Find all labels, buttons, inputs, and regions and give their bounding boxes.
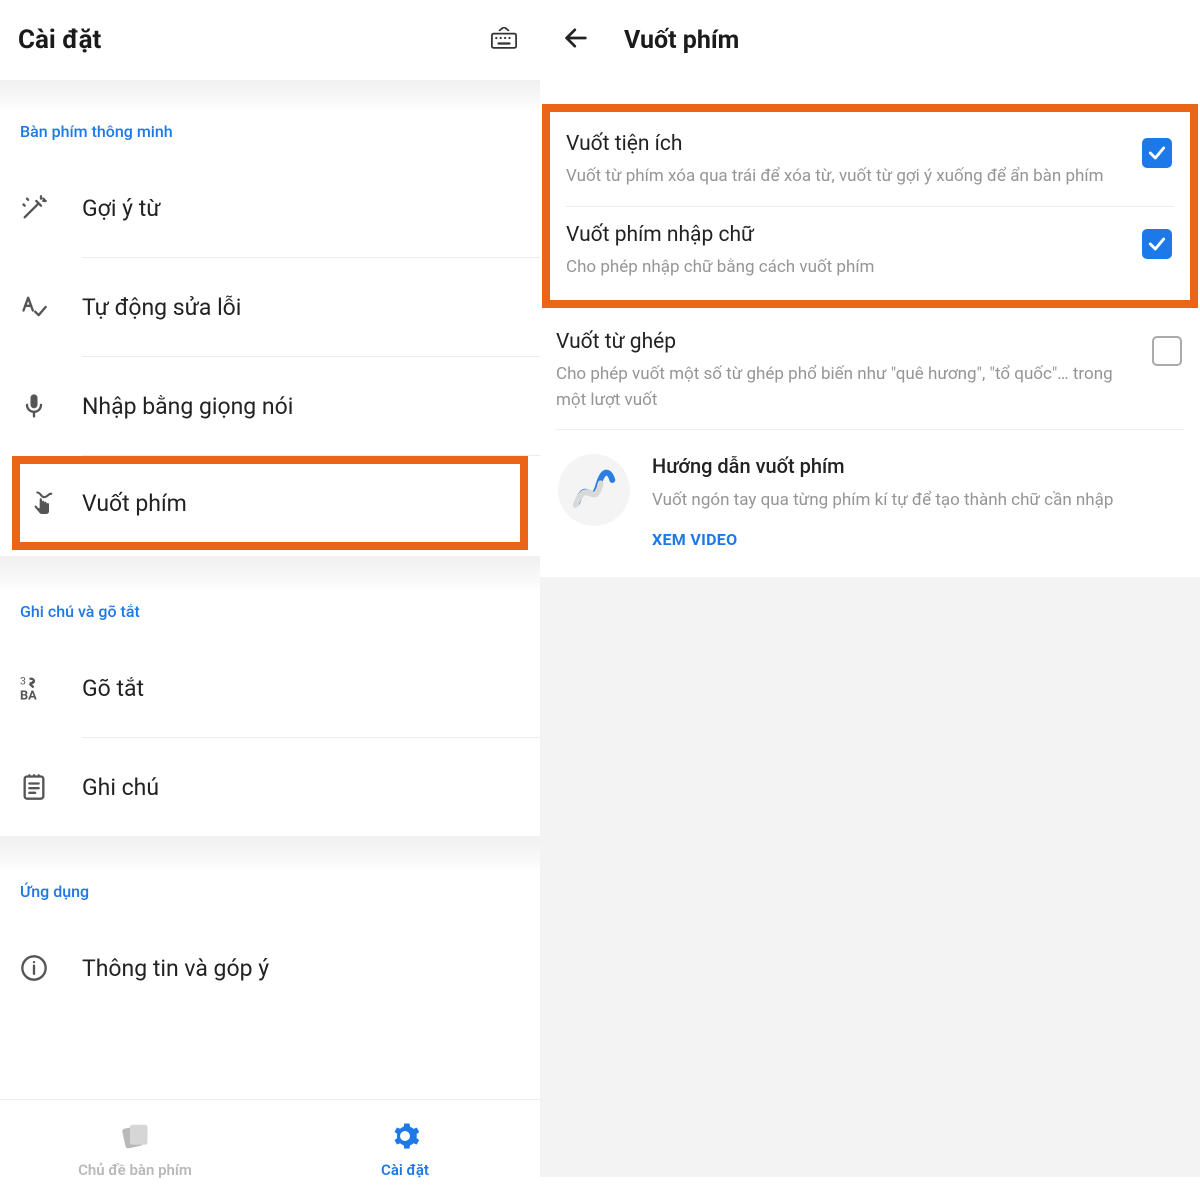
- option-desc: Vuốt từ phím xóa qua trái để xóa từ, vuố…: [566, 164, 1118, 190]
- divider-strip: [0, 836, 540, 870]
- item-word-suggestion[interactable]: Gợi ý từ: [0, 159, 540, 257]
- option-swipe-utilities[interactable]: Vuốt tiện ích Vuốt từ phím xóa qua trái …: [550, 116, 1190, 206]
- keyboard-icon[interactable]: [490, 27, 518, 53]
- section-app: Ứng dụng: [0, 870, 540, 919]
- swipe-guide-icon: [558, 454, 630, 526]
- info-icon: [20, 954, 82, 982]
- option-title: Vuốt phím nhập chữ: [566, 223, 1118, 247]
- swipe-header: Vuốt phím: [540, 0, 1200, 80]
- settings-pane: Cài đặt Bàn phím thông minh: [0, 0, 540, 1200]
- gear-icon: [390, 1121, 420, 1155]
- option-title: Vuốt tiện ích: [566, 132, 1118, 156]
- option-desc: Cho phép vuốt một số từ ghép phổ biến nh…: [556, 362, 1128, 413]
- option-title: Vuốt từ ghép: [556, 330, 1128, 354]
- tab-label: Chủ đề bàn phím: [78, 1161, 192, 1179]
- empty-area: [540, 577, 1200, 1177]
- divider-strip: [0, 80, 540, 110]
- item-notes[interactable]: Ghi chú: [0, 738, 540, 836]
- checkbox-checked[interactable]: [1142, 138, 1172, 168]
- svg-text:BA: BA: [20, 689, 37, 702]
- item-shortcuts[interactable]: 3 BA Gõ tắt: [0, 639, 540, 737]
- highlight-swipe-options: Vuốt tiện ích Vuốt từ phím xóa qua trái …: [542, 104, 1198, 308]
- item-label: Nhập bằng giọng nói: [82, 393, 293, 420]
- swipe-guide[interactable]: Hướng dẫn vuốt phím Vuốt ngón tay qua từ…: [540, 430, 1200, 577]
- tab-label: Cài đặt: [381, 1161, 429, 1179]
- back-icon[interactable]: [562, 24, 590, 56]
- svg-text:3: 3: [20, 675, 26, 688]
- swipe-title: Vuốt phím: [624, 26, 739, 55]
- option-swipe-typing[interactable]: Vuốt phím nhập chữ Cho phép nhập chữ bằn…: [550, 207, 1190, 297]
- item-label: Vuốt phím: [82, 490, 187, 517]
- item-info-feedback[interactable]: Thông tin và góp ý: [0, 919, 540, 1017]
- guide-link[interactable]: XEM VIDEO: [652, 530, 1113, 549]
- item-label: Gõ tắt: [82, 675, 144, 702]
- settings-title: Cài đặt: [18, 25, 101, 55]
- swipe-icon: [28, 489, 82, 517]
- tab-settings[interactable]: Cài đặt: [270, 1100, 540, 1200]
- section-smart-keyboard: Bàn phím thông minh: [0, 110, 540, 159]
- checkbox-checked[interactable]: [1142, 229, 1172, 259]
- shortcuts-icon: 3 BA: [20, 674, 82, 702]
- mic-icon: [20, 392, 82, 420]
- section-notes-shortcuts: Ghi chú và gõ tắt: [0, 590, 540, 639]
- highlight-swipe-item: Vuốt phím: [12, 456, 528, 550]
- item-label: Gợi ý từ: [82, 195, 160, 222]
- option-compound-swipe[interactable]: Vuốt từ ghép Cho phép vuốt một số từ ghé…: [540, 308, 1200, 429]
- divider-strip: [0, 556, 540, 590]
- note-icon: [20, 773, 82, 801]
- checkbox-unchecked[interactable]: [1152, 336, 1182, 366]
- bottom-tabs: Chủ đề bàn phím Cài đặt: [0, 1100, 540, 1200]
- tab-themes[interactable]: Chủ đề bàn phím: [0, 1100, 270, 1200]
- item-autocorrect[interactable]: Tự động sửa lỗi: [0, 258, 540, 356]
- wand-icon: [20, 194, 82, 222]
- settings-header: Cài đặt: [0, 0, 540, 80]
- item-swipe-typing[interactable]: Vuốt phím: [20, 464, 520, 542]
- autocorrect-icon: [20, 293, 82, 321]
- guide-title: Hướng dẫn vuốt phím: [652, 454, 1113, 478]
- option-desc: Cho phép nhập chữ bằng cách vuốt phím: [566, 255, 1118, 281]
- themes-icon: [120, 1121, 150, 1155]
- item-voice-input[interactable]: Nhập bằng giọng nói: [0, 357, 540, 455]
- item-label: Ghi chú: [82, 774, 159, 801]
- swipe-settings-pane: Vuốt phím Vuốt tiện ích Vuốt từ phím xóa…: [540, 0, 1200, 1200]
- item-label: Tự động sửa lỗi: [82, 294, 241, 321]
- item-label: Thông tin và góp ý: [82, 955, 269, 982]
- guide-desc: Vuốt ngón tay qua từng phím kí tự để tạo…: [652, 488, 1113, 514]
